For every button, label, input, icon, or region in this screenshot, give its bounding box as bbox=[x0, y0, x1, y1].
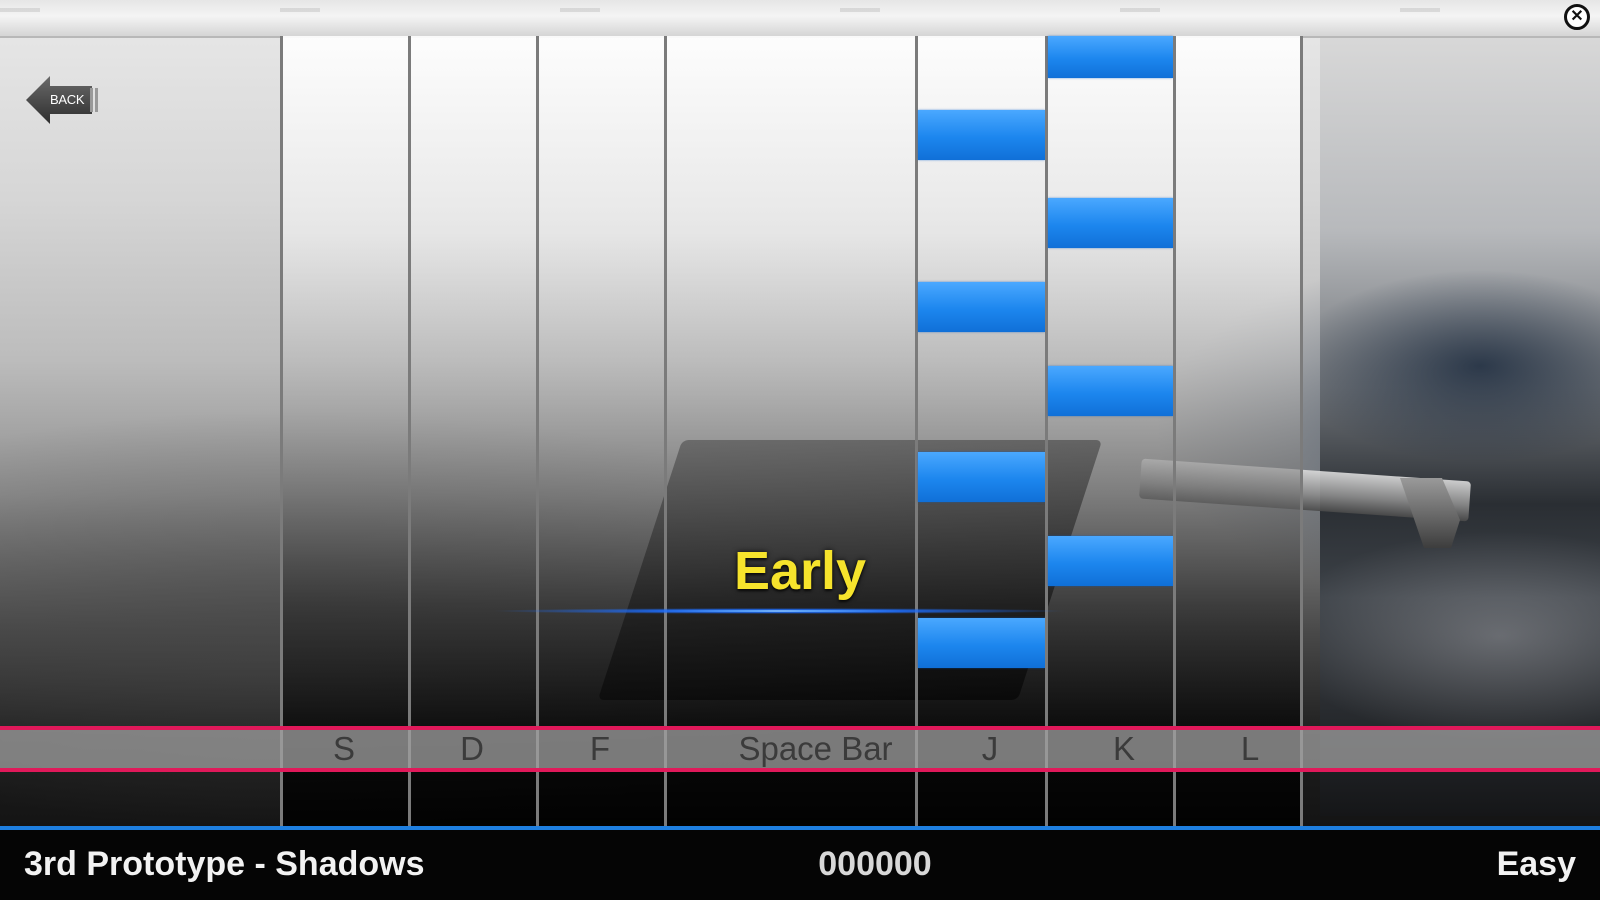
back-button[interactable]: BACK bbox=[26, 72, 100, 128]
note bbox=[918, 282, 1045, 332]
lane-d bbox=[408, 36, 536, 826]
lane-s bbox=[280, 36, 408, 826]
key-label-k: K bbox=[1112, 730, 1135, 767]
note bbox=[918, 452, 1045, 502]
lane-j bbox=[915, 36, 1045, 826]
judgement-flare bbox=[490, 608, 1070, 614]
lane-f bbox=[536, 36, 664, 826]
background-turntable bbox=[1320, 36, 1600, 816]
key-label-j: J bbox=[981, 730, 999, 767]
note bbox=[1048, 366, 1173, 416]
lane-space-bar bbox=[664, 36, 915, 826]
difficulty: Easy bbox=[1496, 845, 1576, 883]
lane-l bbox=[1173, 36, 1303, 826]
key-label-l: L bbox=[1240, 730, 1260, 767]
note bbox=[1048, 536, 1173, 586]
top-bar: ✕ bbox=[0, 0, 1600, 38]
key-label-s: S bbox=[332, 730, 355, 767]
lane-k bbox=[1045, 36, 1173, 826]
back-button-label: BACK bbox=[50, 92, 85, 107]
note bbox=[1048, 36, 1173, 78]
close-button[interactable]: ✕ bbox=[1564, 4, 1590, 30]
close-icon: ✕ bbox=[1570, 8, 1584, 25]
note bbox=[1048, 198, 1173, 248]
score: 000000 bbox=[818, 845, 932, 883]
judgement-text: Early bbox=[733, 541, 867, 601]
note-lanes bbox=[280, 36, 1320, 826]
song-title: 3rd Prototype - Shadows bbox=[24, 845, 425, 883]
key-label-space-bar: Space Bar bbox=[738, 730, 893, 767]
note bbox=[918, 110, 1045, 160]
note bbox=[918, 618, 1045, 668]
key-label-f: F bbox=[589, 730, 611, 767]
key-label-d: D bbox=[460, 730, 484, 767]
